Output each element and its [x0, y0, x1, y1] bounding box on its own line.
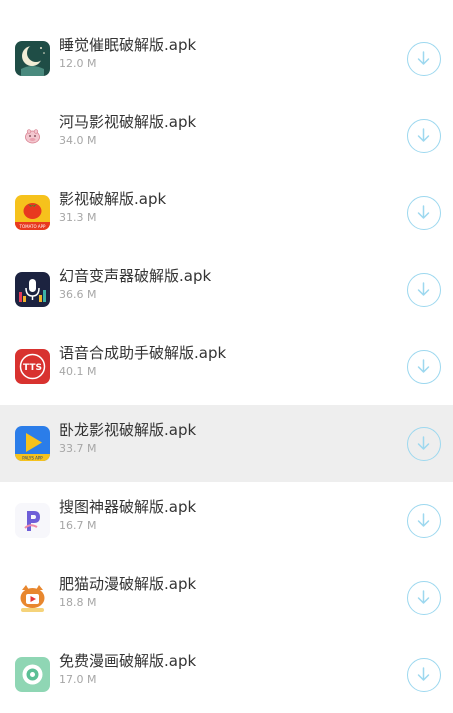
list-item[interactable]: PALYS APP 卧龙影视破解版.apk 33.7 M	[0, 405, 453, 482]
download-arrow-icon	[417, 51, 430, 65]
download-arrow-icon	[417, 513, 430, 527]
app-size: 31.3 M	[59, 211, 97, 224]
app-name: 幻音变声器破解版.apk	[59, 267, 212, 285]
app-size: 40.1 M	[59, 365, 97, 378]
green-circle-icon	[15, 657, 50, 692]
app-name: 免费漫画破解版.apk	[59, 652, 197, 670]
hippo-icon	[15, 118, 50, 153]
download-button[interactable]	[407, 196, 441, 230]
microphone-icon	[15, 272, 50, 307]
download-arrow-icon	[417, 359, 430, 373]
app-size: 18.8 M	[59, 596, 97, 609]
download-arrow-icon	[417, 282, 430, 296]
list-item[interactable]: TOMATO APP 影视破解版.apk 31.3 M	[0, 174, 453, 251]
app-name: 卧龙影视破解版.apk	[59, 421, 197, 439]
app-name: 语音合成助手破解版.apk	[59, 344, 227, 362]
icon-caption: TOMATO APP	[19, 224, 46, 229]
apk-list: 睡觉催眠破解版.apk 12.0 M 河马影视破解版.apk 34.0 M TO…	[0, 0, 453, 704]
letter-p-icon	[15, 503, 50, 538]
app-size: 36.6 M	[59, 288, 97, 301]
list-item[interactable]: 睡觉催眠破解版.apk 12.0 M	[0, 20, 453, 97]
app-name: 影视破解版.apk	[59, 190, 167, 208]
download-arrow-icon	[417, 590, 430, 604]
download-button[interactable]	[407, 273, 441, 307]
download-arrow-icon	[417, 205, 430, 219]
list-item[interactable]: 搜图神器破解版.apk 16.7 M	[0, 482, 453, 559]
download-arrow-icon	[417, 436, 430, 450]
app-size: 34.0 M	[59, 134, 97, 147]
app-size: 17.0 M	[59, 673, 97, 686]
list-item[interactable]: TTS 语音合成助手破解版.apk 40.1 M	[0, 328, 453, 405]
app-name: 睡觉催眠破解版.apk	[59, 36, 197, 54]
tomato-icon: TOMATO APP	[15, 195, 50, 230]
list-item[interactable]: 河马影视破解版.apk 34.0 M	[0, 97, 453, 174]
list-item[interactable]: 幻音变声器破解版.apk 36.6 M	[0, 251, 453, 328]
app-size: 33.7 M	[59, 442, 97, 455]
app-name: 搜图神器破解版.apk	[59, 498, 197, 516]
app-size: 16.7 M	[59, 519, 97, 532]
download-button[interactable]	[407, 504, 441, 538]
download-button[interactable]	[407, 581, 441, 615]
app-name: 河马影视破解版.apk	[59, 113, 197, 131]
download-button[interactable]	[407, 427, 441, 461]
download-arrow-icon	[417, 667, 430, 681]
tts-icon: TTS	[15, 349, 50, 384]
download-button[interactable]	[407, 350, 441, 384]
download-button[interactable]	[407, 119, 441, 153]
sleep-moon-icon	[15, 41, 50, 76]
list-item[interactable]: 肥猫动漫破解版.apk 18.8 M	[0, 559, 453, 636]
icon-caption: TTS	[23, 363, 42, 373]
download-button[interactable]	[407, 658, 441, 692]
app-size: 12.0 M	[59, 57, 97, 70]
play-icon: PALYS APP	[15, 426, 50, 461]
cat-icon	[15, 580, 50, 615]
list-item[interactable]: 免费漫画破解版.apk 17.0 M	[0, 636, 453, 713]
app-name: 肥猫动漫破解版.apk	[59, 575, 197, 593]
icon-caption: PALYS APP	[22, 456, 43, 461]
download-arrow-icon	[417, 128, 430, 142]
download-button[interactable]	[407, 42, 441, 76]
